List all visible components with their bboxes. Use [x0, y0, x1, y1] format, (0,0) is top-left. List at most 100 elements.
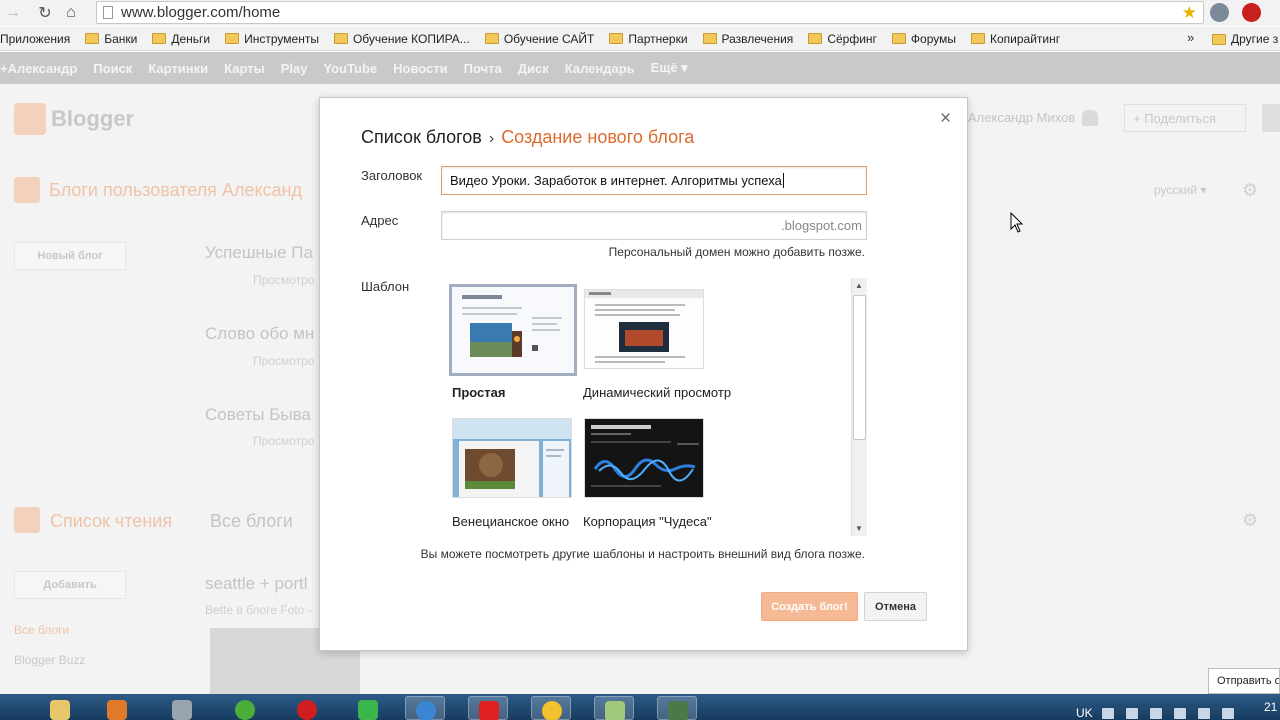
taskbar-icq[interactable]	[225, 696, 265, 720]
globe-extension-icon[interactable]	[1210, 3, 1229, 22]
template-scrollbar[interactable]: ▲ ▼	[851, 278, 867, 536]
template-preview-image	[585, 290, 703, 368]
reload-icon[interactable]: ↻	[32, 1, 58, 25]
keyboard-language[interactable]: UK	[1076, 706, 1093, 720]
gbar-link-drive[interactable]: Диск	[518, 61, 549, 76]
taskbar-app[interactable]	[594, 696, 634, 720]
bookmarks-overflow-button[interactable]: »	[1187, 30, 1194, 45]
breadcrumb-blog-list[interactable]: Список блогов	[361, 127, 482, 147]
create-blog-button[interactable]: Создать блог!	[761, 592, 858, 621]
blog-title-input[interactable]: Видео Уроки. Заработок в интернет. Алгор…	[441, 166, 867, 195]
taskbar-app[interactable]	[348, 696, 388, 720]
volume-icon[interactable]	[1198, 708, 1210, 719]
template-preview	[584, 289, 704, 369]
add-button[interactable]: Добавить	[14, 571, 126, 599]
taskbar-app[interactable]	[657, 696, 697, 720]
template-preview-image	[452, 287, 574, 373]
taskbar-app[interactable]	[162, 696, 202, 720]
blogger-logo-text: Blogger	[51, 106, 135, 131]
template-label: Шаблон	[361, 279, 410, 294]
blogger-logo-icon	[14, 103, 46, 135]
text-caret	[782, 173, 784, 188]
folder-icon	[808, 33, 823, 44]
taskbar-yandex[interactable]	[468, 696, 508, 720]
blog-title[interactable]: Успешные Па	[205, 243, 313, 263]
scrollbar-thumb[interactable]	[853, 295, 866, 440]
side-link-all-blogs[interactable]: Все блоги	[14, 623, 69, 637]
bookmark-folder[interactable]: Копирайтинг	[970, 32, 1060, 46]
gbar-link-youtube[interactable]: YouTube	[323, 61, 377, 76]
gbar-link-maps[interactable]: Карты	[224, 61, 265, 76]
bookmark-folder[interactable]: Форумы	[891, 32, 956, 46]
bookmark-folder[interactable]: Сёрфинг	[808, 32, 877, 46]
gbar-link-search[interactable]: Поиск	[93, 61, 132, 76]
share-button[interactable]: + Поделиться	[1124, 104, 1246, 132]
taskbar-media-player[interactable]	[97, 696, 137, 720]
gear-icon[interactable]: ⚙	[1242, 510, 1258, 531]
new-blog-button[interactable]: Новый блог	[14, 242, 126, 270]
blog-title[interactable]: Слово обо мн	[205, 324, 314, 344]
gbar-link-calendar[interactable]: Календарь	[565, 61, 635, 76]
tray-icon[interactable]	[1126, 708, 1138, 719]
forward-icon[interactable]: →	[0, 1, 26, 25]
gear-icon[interactable]: ⚙	[1242, 180, 1258, 201]
folder-icon	[702, 33, 717, 44]
send-feedback-button[interactable]: Отправить о	[1208, 668, 1280, 694]
avatar[interactable]	[1262, 104, 1280, 132]
taskbar-ie[interactable]	[405, 696, 445, 720]
blog-title[interactable]: Советы Быва	[205, 405, 311, 425]
bookmark-folder[interactable]: Обучение САЙТ	[484, 32, 594, 46]
close-icon[interactable]: ×	[940, 108, 951, 130]
cancel-button[interactable]: Отмена	[864, 592, 927, 621]
address-hint: Персональный домен можно добавить позже.	[608, 245, 865, 259]
bookmark-folder[interactable]: Деньги	[152, 32, 210, 46]
taskbar-opera[interactable]	[287, 696, 327, 720]
bookmark-folder[interactable]: Инструменты	[225, 32, 319, 46]
bookmark-folder[interactable]: Банки	[85, 32, 137, 46]
taskbar-chrome[interactable]	[531, 696, 571, 720]
gbar-link-mail[interactable]: Почта	[464, 61, 502, 76]
blogs-section-title: Блоги пользователя Александ	[49, 180, 302, 200]
bookmark-folder[interactable]: Развлечения	[702, 32, 793, 46]
template-name: Корпорация "Чудеса"	[583, 514, 712, 529]
template-preview-image	[585, 419, 703, 497]
gbar-link-news[interactable]: Новости	[393, 61, 448, 76]
user-name[interactable]: Александр Михов	[968, 110, 1075, 125]
template-preview	[584, 418, 704, 498]
other-bookmarks-folder[interactable]: Другие з	[1212, 27, 1278, 51]
gbar-link-play[interactable]: Play	[281, 61, 308, 76]
blog-address-input[interactable]: .blogspot.com	[441, 211, 867, 240]
feed-post-title[interactable]: seattle + portl	[205, 574, 308, 594]
tray-icon[interactable]	[1102, 708, 1114, 719]
scroll-up-icon[interactable]: ▲	[855, 281, 863, 290]
extension-icon[interactable]	[1242, 3, 1261, 22]
gbar-link-images[interactable]: Картинки	[148, 61, 208, 76]
side-link-blogger-buzz[interactable]: Blogger Buzz	[14, 653, 85, 667]
gbar-link-profile[interactable]: +Александр	[0, 61, 77, 76]
bookmark-star-icon[interactable]: ★	[1182, 3, 1197, 23]
network-icon[interactable]	[1174, 708, 1186, 719]
bell-icon[interactable]	[1082, 110, 1098, 126]
taskbar-explorer[interactable]	[40, 696, 80, 720]
home-icon[interactable]: ⌂	[58, 1, 84, 25]
bookmark-apps[interactable]: Приложения	[0, 32, 70, 46]
title-label: Заголовок	[361, 168, 423, 183]
template-dynamic-view[interactable]: Динамический просмотр	[583, 289, 731, 400]
folder-icon	[484, 33, 499, 44]
template-simple[interactable]: Простая	[449, 284, 577, 400]
breadcrumb: Список блогов › Создание нового блога	[361, 127, 694, 148]
speaker-icon[interactable]	[1222, 708, 1234, 719]
gbar-link-more[interactable]: Ещё ▾	[651, 60, 688, 76]
tray-icon[interactable]	[1150, 708, 1162, 719]
bookmark-folder[interactable]: Партнерки	[609, 32, 688, 46]
template-footer-note: Вы можете посмотреть другие шаблоны и на…	[420, 547, 865, 561]
scroll-down-icon[interactable]: ▼	[855, 524, 863, 533]
tab-all-blogs[interactable]: Все блоги	[210, 511, 293, 532]
address-bar[interactable]: www.blogger.com/home ★	[96, 1, 1204, 24]
bookmark-folder[interactable]: Обучение КОПИРА...	[333, 32, 470, 46]
clock[interactable]: 21	[1264, 700, 1277, 714]
template-awesome-inc[interactable]: Корпорация "Чудеса"	[583, 418, 712, 529]
folder-icon	[225, 33, 240, 44]
language-select[interactable]: русский ▾	[1154, 183, 1206, 197]
template-picture-window[interactable]: Венецианское окно	[452, 418, 572, 529]
